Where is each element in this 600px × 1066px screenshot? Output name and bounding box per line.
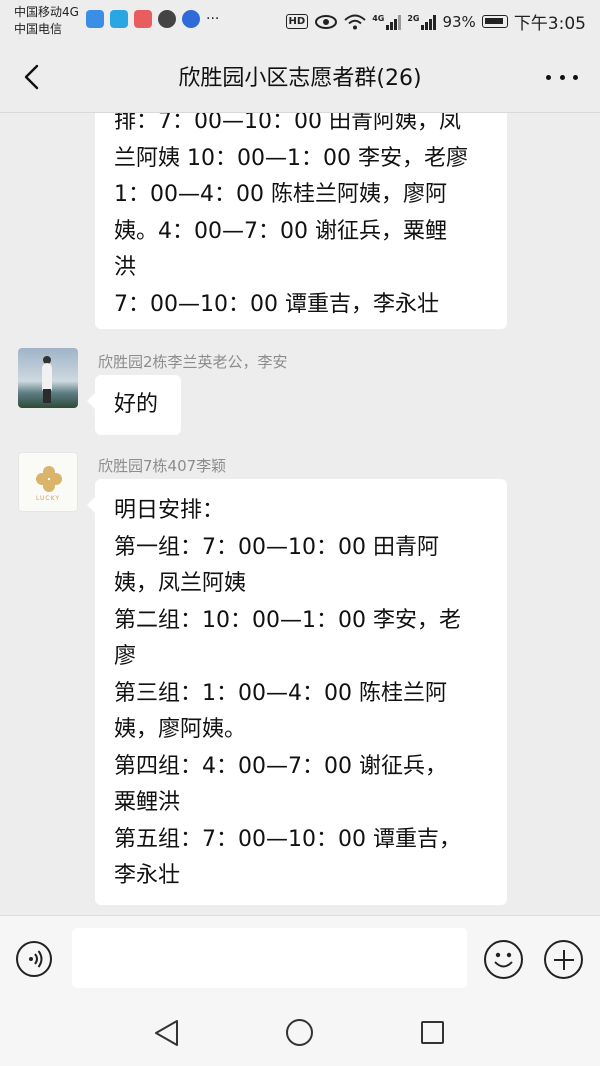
network-2g-label: 2G <box>407 13 420 23</box>
shield-app-icon <box>86 10 104 28</box>
clover-icon <box>36 466 62 492</box>
nav-back-icon[interactable] <box>152 1018 180 1048</box>
message-line: 粟鲤洪 <box>114 790 181 815</box>
carrier-2: 中国电信 <box>14 22 63 36</box>
chat-bubble-icon <box>158 10 176 28</box>
message-line: 第四组：4：00—7：00 谢征兵， <box>114 753 447 779</box>
notification-icons: ··· <box>86 10 219 28</box>
carrier-info: 中国移动4G 中国电信 <box>14 4 79 38</box>
system-nav-bar <box>0 1000 600 1066</box>
telegram-app-icon <box>110 10 128 28</box>
avatar[interactable] <box>18 348 78 408</box>
sender-name: 欣胜园2栋李兰英老公，李安 <box>98 353 288 371</box>
message-bubble[interactable]: 排：7：00—10：00 田青阿姨，凤 兰阿姨 10：00—1：00 李安，老廖… <box>95 113 507 329</box>
chat-title: 欣胜园小区志愿者群(26) <box>178 66 422 91</box>
status-right: HD 4G 2G 93% 下午3:05 <box>285 9 586 34</box>
input-bar <box>0 915 600 1001</box>
plus-icon[interactable] <box>544 940 583 979</box>
more-dots-icon[interactable] <box>546 62 578 92</box>
carrier-1: 中国移动4G <box>14 5 79 19</box>
avatar-text: LUCKY <box>35 495 60 502</box>
avatar[interactable]: LUCKY <box>18 452 78 512</box>
message-line: 李永壮 <box>114 863 181 888</box>
wifi-icon <box>344 14 366 29</box>
battery-percent: 93% <box>442 12 476 31</box>
chat-header: 欣胜园小区志愿者群(26) <box>0 42 600 113</box>
message-line: 第二组：10：00—1：00 李安，老 <box>114 607 461 633</box>
message-line: 1：00—4：00 陈桂兰阿姨，廖阿 <box>114 182 447 207</box>
message-line: 第五组：7：00—10：00 谭重吉， <box>114 826 461 852</box>
message-line: 姨。4：00—7：00 谢征兵，粟鲤 <box>114 218 447 244</box>
message-line: 姨，廖阿姨。 <box>114 717 247 742</box>
message-line: 7：00—10：00 谭重吉，李永壮 <box>114 291 439 317</box>
more-notifications-icon: ··· <box>206 11 220 27</box>
message-line: 廖 <box>114 644 137 669</box>
eye-comfort-icon <box>315 14 338 29</box>
message-line: 第一组：7：00—10：00 田青阿 <box>114 534 439 560</box>
message-bubble[interactable]: 明日安排： 第一组：7：00—10：00 田青阿 姨，凤兰阿姨 第二组：10：0… <box>87 479 507 905</box>
signal-2g-icon: 2G <box>407 13 437 30</box>
message-line: 排：7：00—10：00 田青阿姨，凤 <box>114 113 461 134</box>
emoji-icon[interactable] <box>484 940 523 979</box>
battery-icon <box>481 15 508 28</box>
message-line: 明日安排： <box>114 498 225 523</box>
message-list: 排：7：00—10：00 田青阿姨，凤 兰阿姨 10：00—1：00 李安，老廖… <box>0 113 600 915</box>
signal-4g-icon: 4G <box>372 13 402 30</box>
message-line: 姨，凤兰阿姨 <box>114 571 247 596</box>
news-app-icon <box>134 10 152 28</box>
message-bubble[interactable]: 好的 <box>87 375 181 435</box>
message-line: 兰阿姨 10：00—1：00 李安，老廖 <box>114 145 468 171</box>
message-line: 第三组：1：00—4：00 陈桂兰阿 <box>114 680 447 706</box>
voice-icon[interactable] <box>16 941 52 977</box>
status-bar: 中国移动4G 中国电信 ··· HD 4G 2G 93% 下午3:05 <box>0 0 600 42</box>
message-text: 好的 <box>114 392 159 417</box>
clock: 下午3:05 <box>513 14 586 34</box>
message-line: 洪 <box>114 255 137 280</box>
hd-icon: HD <box>285 14 309 29</box>
nav-home-icon[interactable] <box>286 1019 313 1046</box>
message-input[interactable] <box>72 928 467 988</box>
network-4g-label: 4G <box>372 13 385 23</box>
baidu-app-icon <box>182 10 200 28</box>
sender-name: 欣胜园7栋407李颖 <box>98 457 227 475</box>
nav-recent-icon[interactable] <box>421 1021 444 1044</box>
